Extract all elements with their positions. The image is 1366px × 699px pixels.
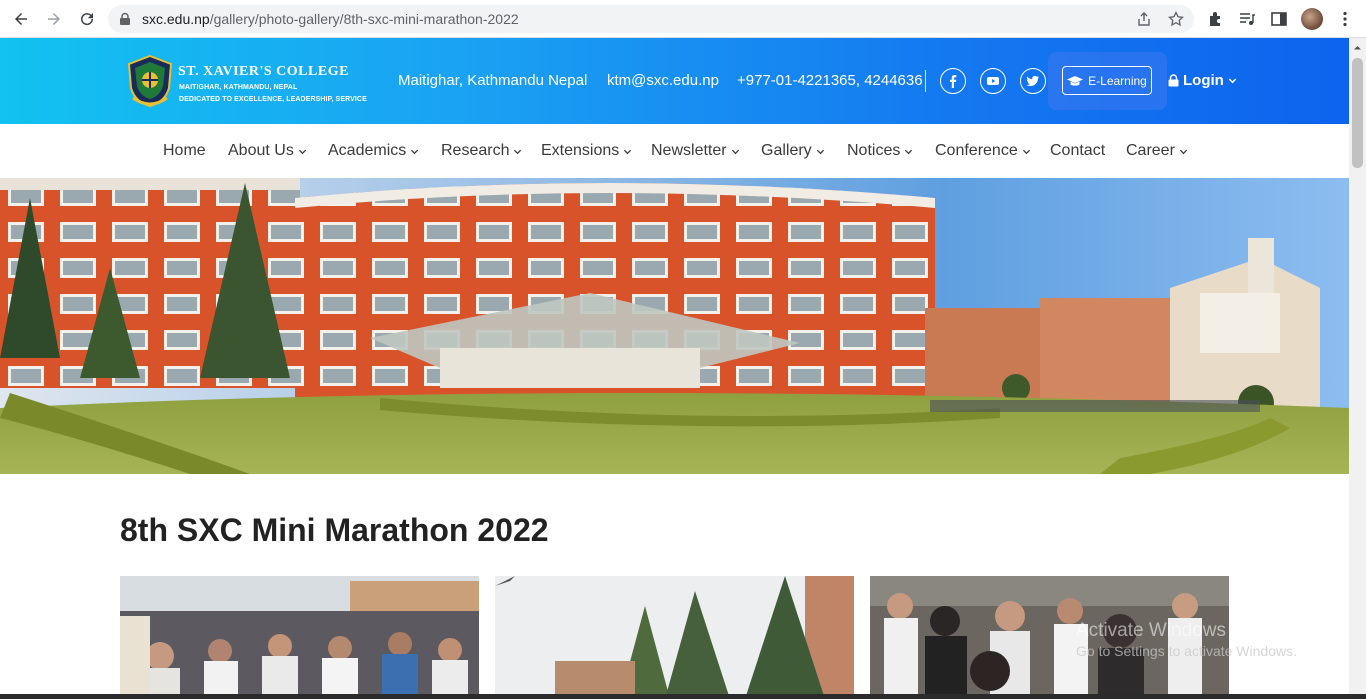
campus-hero-image [0,178,1349,474]
chevron-down-icon [298,149,306,154]
nav-item-conference[interactable]: Conference [935,142,1031,160]
chevron-down-icon [514,149,522,154]
nav-item-research[interactable]: Research [441,142,522,160]
page-title: 8th SXC Mini Marathon 2022 [120,512,549,548]
site-header: ST. XAVIER'S COLLEGE MAITIGHAR, KATHMAND… [0,38,1349,124]
location-text: Maitighar, Kathmandu Nepal [398,72,588,89]
url-host: sxc.edu.np [142,11,210,27]
twitter-button[interactable] [1020,68,1046,94]
scroll-up-icon[interactable] [1353,43,1362,52]
nav-item-newsletter[interactable]: Newsletter [651,142,740,160]
gallery-photo-2[interactable] [495,576,854,699]
nav-item-label: Academics [328,142,407,159]
nav-item-academics[interactable]: Academics [328,142,419,160]
nav-item-career[interactable]: Career [1126,142,1188,160]
nav-item-label: Contact [1050,142,1106,159]
college-address: MAITIGHAR, KATHMANDU, NEPAL [179,84,298,91]
url-text: sxc.edu.np/gallery/photo-gallery/8th-sxc… [142,11,519,27]
nav-item-label: Home [163,142,206,159]
chevron-down-icon [816,149,824,154]
chevron-down-icon [411,149,419,154]
chevron-down-icon [1179,149,1188,154]
chevron-down-icon [1228,78,1236,84]
url-path: /gallery/photo-gallery/8th-sxc-mini-mara… [209,11,519,27]
elearning-container: E-Learning [1048,52,1167,110]
scrollbar-thumb[interactable] [1352,58,1363,168]
forward-icon[interactable] [42,7,66,31]
college-name: ST. XAVIER'S COLLEGE [178,64,349,79]
college-motto: DEDICATED TO EXCELLENCE, LEADERSHIP, SER… [179,96,367,103]
back-icon[interactable] [9,7,33,31]
lock-icon [1168,74,1179,87]
chevron-down-icon [905,149,913,154]
chevron-down-icon [1022,149,1030,154]
menu-kebab-icon[interactable] [1336,10,1354,28]
nav-item-label: Newsletter [651,142,727,159]
profile-avatar[interactable] [1301,8,1323,30]
browser-toolbar: sxc.edu.np/gallery/photo-gallery/8th-sxc… [0,0,1366,38]
facebook-icon [950,75,957,88]
youtube-button[interactable] [980,68,1006,94]
header-divider [925,70,926,92]
nav-item-label: Extensions [541,142,620,159]
bookmark-star-icon[interactable] [1168,11,1184,27]
phone-text: +977-01-4221365, 4244636 [737,72,923,89]
chevron-down-icon [624,149,632,154]
nav-item-label: Conference [935,142,1018,159]
twitter-icon [1026,75,1039,87]
nav-item-label: Career [1126,142,1175,159]
login-label: Login [1183,72,1224,89]
page-scrollbar[interactable] [1349,38,1366,699]
reload-icon[interactable] [75,7,99,31]
nav-item-notices[interactable]: Notices [847,142,913,160]
main-navigation: Home About Us Academics Research Extensi… [0,124,1349,178]
nav-item-about-us[interactable]: About Us [228,142,307,160]
graduation-cap-icon [1067,75,1084,86]
nav-item-label: Gallery [761,142,812,159]
side-panel-icon[interactable] [1270,10,1288,28]
chevron-down-icon [731,149,739,154]
nav-item-home[interactable]: Home [163,142,206,160]
media-playlist-icon[interactable] [1238,10,1256,28]
lock-icon [120,12,130,25]
nav-item-label: About Us [228,142,294,159]
elearning-label: E-Learning [1088,73,1147,88]
elearning-button[interactable]: E-Learning [1062,66,1152,95]
nav-item-label: Notices [847,142,901,159]
login-dropdown[interactable]: Login [1168,72,1237,89]
gallery-photo-1[interactable] [120,576,479,699]
windows-activation-title: Activate Windows [1076,620,1226,641]
nav-item-gallery[interactable]: Gallery [761,142,825,160]
extensions-icon[interactable] [1207,10,1225,28]
email-link[interactable]: ktm@sxc.edu.np [607,72,719,89]
share-icon[interactable] [1136,11,1152,27]
nav-item-contact[interactable]: Contact [1050,142,1105,160]
nav-item-extensions[interactable]: Extensions [541,142,632,160]
taskbar-edge [0,694,1366,699]
address-bar[interactable]: sxc.edu.np/gallery/photo-gallery/8th-sxc… [108,5,1194,33]
youtube-icon [987,77,999,85]
nav-item-label: Research [441,142,510,159]
college-crest-logo[interactable] [127,54,173,108]
windows-activation-subtitle: Go to Settings to activate Windows. [1076,643,1297,659]
facebook-button[interactable] [940,68,966,94]
